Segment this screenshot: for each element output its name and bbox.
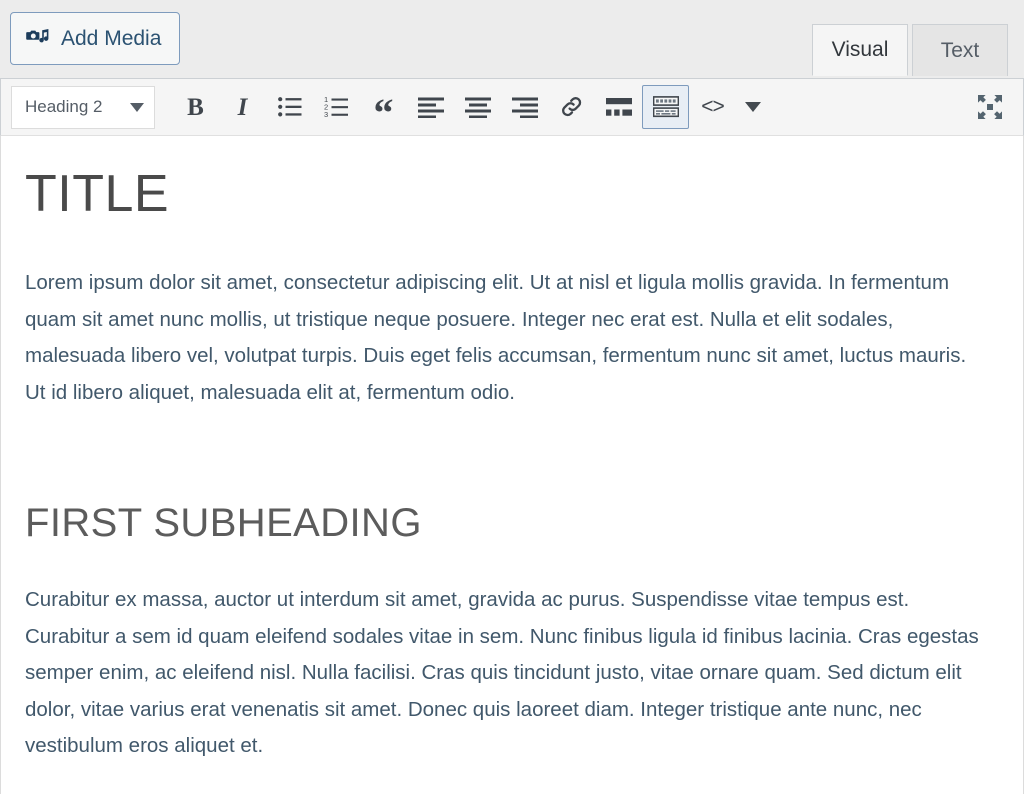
spacer — [25, 547, 999, 582]
caret-down-icon — [745, 102, 761, 112]
formatting-toolbar: Heading 2 B I — [0, 78, 1024, 136]
insert-read-more-button[interactable] — [595, 85, 642, 129]
tab-visual-label: Visual — [832, 38, 889, 62]
media-camera-note-icon — [26, 27, 50, 51]
toolbar-toggle-button[interactable] — [736, 85, 770, 129]
bold-button[interactable]: B — [172, 85, 219, 129]
svg-text:3: 3 — [324, 110, 328, 118]
document-subheading: FIRST SUBHEADING — [25, 499, 999, 547]
source-code-button[interactable]: <> — [689, 85, 736, 129]
align-right-button[interactable] — [501, 85, 548, 129]
add-media-label: Add Media — [61, 28, 161, 49]
spacer — [25, 411, 999, 499]
paragraph-format-value: Heading 2 — [25, 97, 124, 117]
bulleted-list-icon — [278, 96, 302, 118]
blockquote-button[interactable]: “ — [360, 85, 407, 129]
chevron-down-icon — [130, 103, 144, 112]
italic-button[interactable]: I — [219, 85, 266, 129]
document-paragraph-2: Curabitur ex massa, auctor ut interdum s… — [25, 582, 985, 765]
add-media-button[interactable]: Add Media — [10, 12, 180, 65]
editor-content-area[interactable]: TITLE Lorem ipsum dolor sit amet, consec… — [0, 136, 1024, 794]
insert-link-button[interactable] — [548, 85, 595, 129]
numbered-list-button[interactable]: 1 2 3 — [313, 85, 360, 129]
fullscreen-expand-icon — [977, 94, 1003, 120]
tab-visual[interactable]: Visual — [812, 24, 908, 76]
keyboard-shortcuts-button[interactable] — [642, 85, 689, 129]
link-icon — [560, 95, 584, 119]
align-center-button[interactable] — [454, 85, 501, 129]
tab-text-label: Text — [941, 39, 980, 63]
classic-editor: Add Media Visual Text Heading 2 B I — [0, 0, 1024, 794]
keyboard-icon — [653, 96, 679, 118]
bold-icon: B — [187, 95, 204, 120]
media-buttons-row: Add Media Visual Text — [0, 0, 1024, 78]
spacer — [25, 227, 999, 265]
bulleted-list-button[interactable] — [266, 85, 313, 129]
tab-text[interactable]: Text — [912, 24, 1008, 76]
document-paragraph-1: Lorem ipsum dolor sit amet, consectetur … — [25, 265, 985, 411]
align-center-icon — [465, 96, 491, 118]
code-icon: <> — [701, 95, 724, 119]
align-left-icon — [418, 96, 444, 118]
document-title-heading: TITLE — [25, 162, 999, 227]
align-left-button[interactable] — [407, 85, 454, 129]
editor-mode-tabs: Visual Text — [812, 23, 1008, 75]
paragraph-format-select[interactable]: Heading 2 — [11, 86, 155, 129]
read-more-icon — [606, 97, 632, 117]
italic-icon: I — [238, 95, 248, 120]
numbered-list-icon: 1 2 3 — [324, 96, 349, 118]
align-right-icon — [512, 96, 538, 118]
distraction-free-button[interactable] — [966, 85, 1013, 129]
